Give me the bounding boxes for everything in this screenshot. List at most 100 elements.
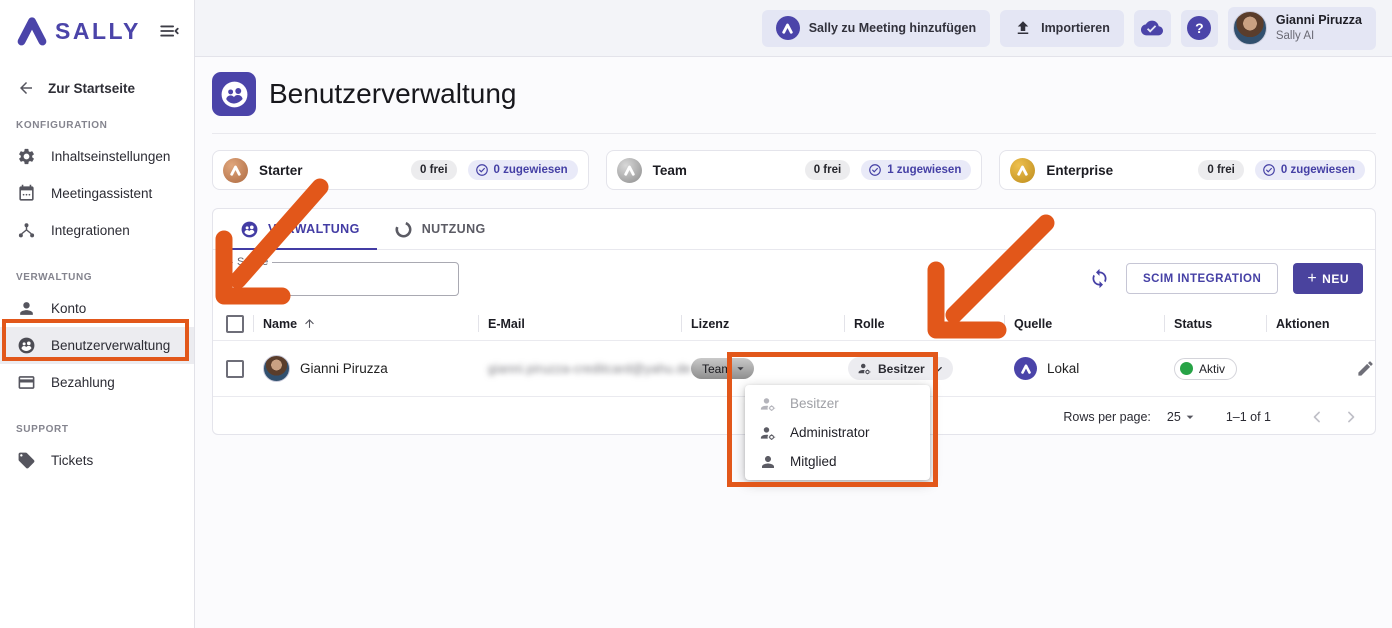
help-button[interactable]: ? bbox=[1181, 10, 1218, 47]
add-sally-to-meeting-button[interactable]: Sally zu Meeting hinzufügen bbox=[762, 10, 990, 47]
cell-lizenz: Team bbox=[681, 358, 844, 379]
assigned-count-badge: 0 zugewiesen bbox=[1255, 160, 1365, 180]
user-name: Gianni Piruzza bbox=[1276, 13, 1362, 29]
header-aktionen: Aktionen bbox=[1266, 307, 1375, 340]
cell-email: gianni.piruzza-creditcard@yahu.de bbox=[478, 362, 681, 376]
sally-logo-icon bbox=[1014, 357, 1037, 380]
people-circle-icon bbox=[17, 336, 36, 355]
page-title: Benutzerverwaltung bbox=[269, 78, 516, 110]
menu-item-mitglied[interactable]: Mitglied bbox=[745, 447, 930, 476]
header-name[interactable]: Name bbox=[253, 307, 478, 340]
cloud-sync-button[interactable] bbox=[1134, 10, 1171, 47]
credit-card-icon bbox=[17, 373, 36, 392]
cell-aktionen bbox=[1266, 359, 1376, 379]
person-icon bbox=[17, 299, 36, 318]
license-chip[interactable]: Team bbox=[691, 358, 754, 379]
app-window: SALLY Zur Startseite KONFIGURATION Inhal… bbox=[0, 0, 1392, 628]
rows-per-page-select[interactable]: 25 bbox=[1167, 409, 1198, 425]
menu-item-administrator[interactable]: Administrator bbox=[745, 418, 930, 447]
section-support: SUPPORT bbox=[0, 424, 194, 435]
main-content: Benutzerverwaltung Starter 0 frei 0 zuge… bbox=[196, 57, 1392, 628]
menu-item-besitzer[interactable]: Besitzer bbox=[745, 389, 930, 418]
edit-button[interactable] bbox=[1356, 359, 1376, 379]
sync-icon bbox=[1089, 268, 1110, 289]
caret-down-icon bbox=[1182, 409, 1198, 425]
license-card-team: Team 0 frei 1 zugewiesen bbox=[606, 150, 983, 190]
status-badge: Aktiv bbox=[1174, 358, 1237, 380]
header-status[interactable]: Status bbox=[1164, 307, 1266, 340]
brand-name: SALLY bbox=[55, 18, 141, 45]
tab-nutzung[interactable]: NUTZUNG bbox=[377, 209, 503, 249]
tag-icon bbox=[17, 451, 36, 470]
plus-icon: + bbox=[1307, 271, 1317, 287]
manage-account-icon bbox=[759, 395, 777, 413]
header-rolle[interactable]: Rolle bbox=[844, 307, 1004, 340]
search-label: Suche bbox=[233, 256, 272, 268]
pencil-icon bbox=[1356, 359, 1375, 378]
previous-page-button[interactable] bbox=[1307, 406, 1329, 428]
tabs: VERWALTUNG NUTZUNG bbox=[213, 209, 1375, 250]
license-card-enterprise: Enterprise 0 frei 0 zugewiesen bbox=[999, 150, 1376, 190]
row-checkbox[interactable] bbox=[226, 360, 244, 378]
sidebar-item-meetingassistent[interactable]: Meetingassistent bbox=[0, 175, 194, 212]
sidebar-item-integrationen[interactable]: Integrationen bbox=[0, 212, 194, 249]
assigned-count-badge: 1 zugewiesen bbox=[861, 160, 971, 180]
scim-integration-button[interactable]: SCIM INTEGRATION bbox=[1126, 263, 1278, 294]
header-lizenz[interactable]: Lizenz bbox=[681, 307, 844, 340]
back-to-home-label: Zur Startseite bbox=[48, 81, 135, 96]
refresh-button[interactable] bbox=[1089, 268, 1111, 290]
topbar: Sally zu Meeting hinzufügen Importieren … bbox=[195, 0, 1392, 57]
license-card-starter: Starter 0 frei 0 zugewiesen bbox=[212, 150, 589, 190]
next-page-button[interactable] bbox=[1341, 406, 1363, 428]
sidebar-item-konto[interactable]: Konto bbox=[0, 290, 194, 327]
people-circle-icon bbox=[240, 220, 259, 239]
data-usage-icon bbox=[394, 220, 413, 239]
cloud-done-icon bbox=[1141, 17, 1163, 39]
user-profile-menu[interactable]: Gianni Piruzza Sally AI bbox=[1228, 7, 1376, 50]
search-field: Suche bbox=[223, 262, 459, 296]
sidebar-item-benutzerverwaltung[interactable]: Benutzerverwaltung bbox=[0, 327, 194, 364]
panel-toolbar: Suche SCIM INTEGRATION + NEU bbox=[213, 250, 1375, 307]
import-button[interactable]: Importieren bbox=[1000, 10, 1124, 47]
gear-icon bbox=[17, 147, 36, 166]
role-dropdown-chip[interactable]: Besitzer bbox=[848, 357, 953, 380]
avatar bbox=[263, 355, 290, 382]
menu-collapse-icon[interactable] bbox=[158, 20, 180, 42]
sally-logo-icon bbox=[14, 13, 50, 49]
free-count-badge: 0 frei bbox=[1198, 160, 1244, 180]
cell-rolle: Besitzer bbox=[844, 357, 1004, 380]
question-mark-icon: ? bbox=[1187, 16, 1211, 40]
sally-logo-icon bbox=[776, 16, 800, 40]
header-quelle[interactable]: Quelle bbox=[1004, 307, 1164, 340]
sort-ascending-icon bbox=[303, 317, 316, 330]
free-count-badge: 0 frei bbox=[411, 160, 457, 180]
enterprise-tier-icon bbox=[1010, 158, 1035, 183]
new-user-button[interactable]: + NEU bbox=[1293, 263, 1363, 294]
section-konfiguration: KONFIGURATION bbox=[0, 120, 194, 131]
sidebar: SALLY Zur Startseite KONFIGURATION Inhal… bbox=[0, 0, 195, 628]
starter-tier-icon bbox=[223, 158, 248, 183]
check-circle-icon bbox=[475, 163, 489, 177]
avatar bbox=[1233, 11, 1267, 45]
caret-down-icon bbox=[733, 361, 748, 376]
sidebar-item-inhaltseinstellungen[interactable]: Inhaltseinstellungen bbox=[0, 138, 194, 175]
sidebar-item-bezahlung[interactable]: Bezahlung bbox=[0, 364, 194, 401]
sidebar-item-tickets[interactable]: Tickets bbox=[0, 442, 194, 479]
select-all-checkbox[interactable] bbox=[226, 315, 244, 333]
table-header: Name E-Mail Lizenz Rolle Quelle Status A… bbox=[213, 307, 1375, 341]
calendar-icon bbox=[17, 184, 36, 203]
chevron-right-icon bbox=[1341, 407, 1361, 427]
free-count-badge: 0 frei bbox=[805, 160, 851, 180]
manage-account-icon bbox=[857, 361, 872, 376]
header-email[interactable]: E-Mail bbox=[478, 307, 681, 340]
license-cards: Starter 0 frei 0 zugewiesen Team 0 frei … bbox=[212, 150, 1376, 190]
person-icon bbox=[759, 453, 777, 471]
back-to-home-link[interactable]: Zur Startseite bbox=[0, 79, 194, 97]
team-tier-icon bbox=[617, 158, 642, 183]
hub-icon bbox=[17, 221, 36, 240]
pagination-range: 1–1 of 1 bbox=[1226, 410, 1271, 424]
chevron-down-icon bbox=[931, 362, 945, 376]
chevron-left-icon bbox=[1307, 407, 1327, 427]
tab-verwaltung[interactable]: VERWALTUNG bbox=[223, 209, 377, 249]
arrow-back-icon bbox=[17, 79, 35, 97]
